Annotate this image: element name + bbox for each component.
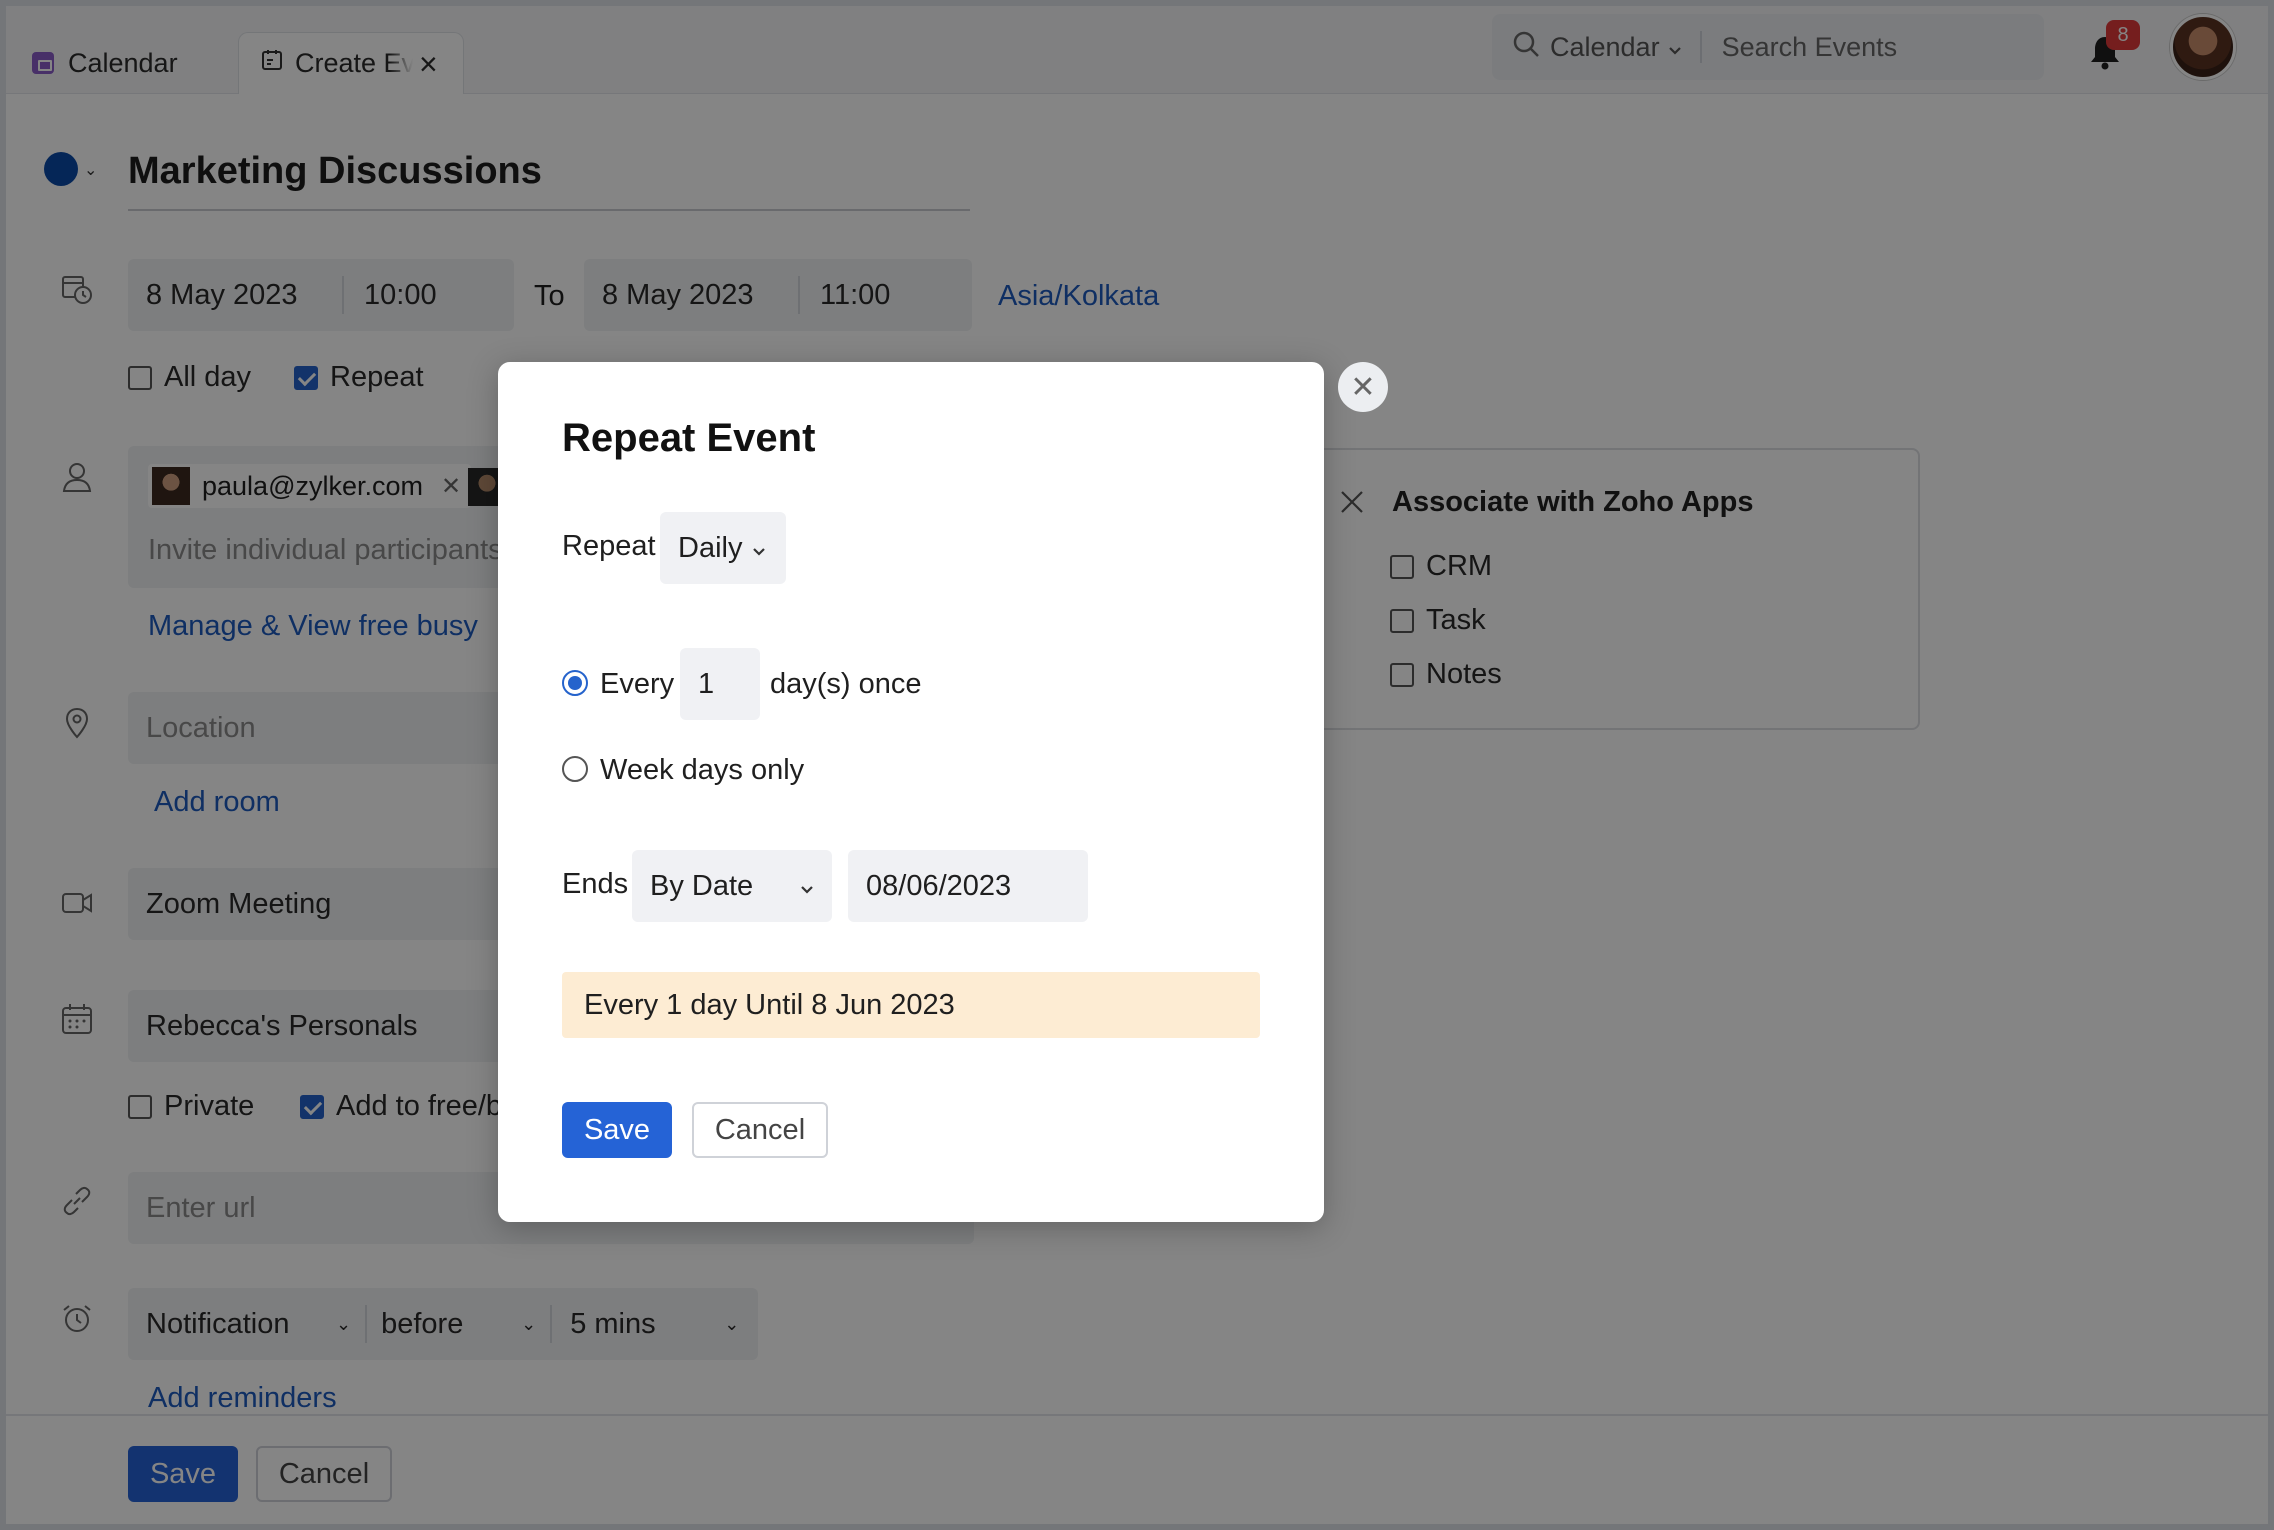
dialog-cancel-button[interactable]: Cancel — [692, 1102, 828, 1158]
repeat-label: Repeat — [562, 530, 656, 562]
weekdays-only-label: Week days only — [600, 754, 805, 786]
dialog-title: Repeat Event — [562, 416, 816, 460]
close-icon: ✕ — [1350, 370, 1376, 404]
weekdays-only-radio[interactable] — [562, 756, 588, 782]
every-days-radio[interactable] — [562, 670, 588, 696]
chevron-down-icon — [752, 532, 766, 565]
repeat-frequency-value: Daily — [678, 531, 743, 564]
ends-date-field[interactable]: 08/06/2023 — [848, 850, 1088, 922]
repeat-summary: Every 1 day Until 8 Jun 2023 — [562, 972, 1260, 1038]
every-days-input[interactable]: 1 — [680, 648, 760, 720]
ends-label: Ends — [562, 868, 629, 900]
ends-type-select[interactable]: By Date — [632, 850, 832, 922]
every-label: Every — [600, 668, 675, 700]
ends-date-value: 08/06/2023 — [866, 869, 1012, 902]
close-dialog-button[interactable]: ✕ — [1338, 362, 1388, 412]
repeat-frequency-select[interactable]: Daily — [660, 512, 786, 584]
every-suffix: day(s) once — [770, 668, 922, 700]
dialog-save-button[interactable]: Save — [562, 1102, 672, 1158]
every-days-value: 1 — [698, 667, 715, 700]
repeat-event-dialog: Repeat Event Repeat Daily Every 1 day(s)… — [498, 362, 1324, 1222]
ends-type-value: By Date — [650, 869, 754, 902]
repeat-summary-text: Every 1 day Until 8 Jun 2023 — [584, 988, 955, 1021]
chevron-down-icon — [800, 870, 814, 903]
